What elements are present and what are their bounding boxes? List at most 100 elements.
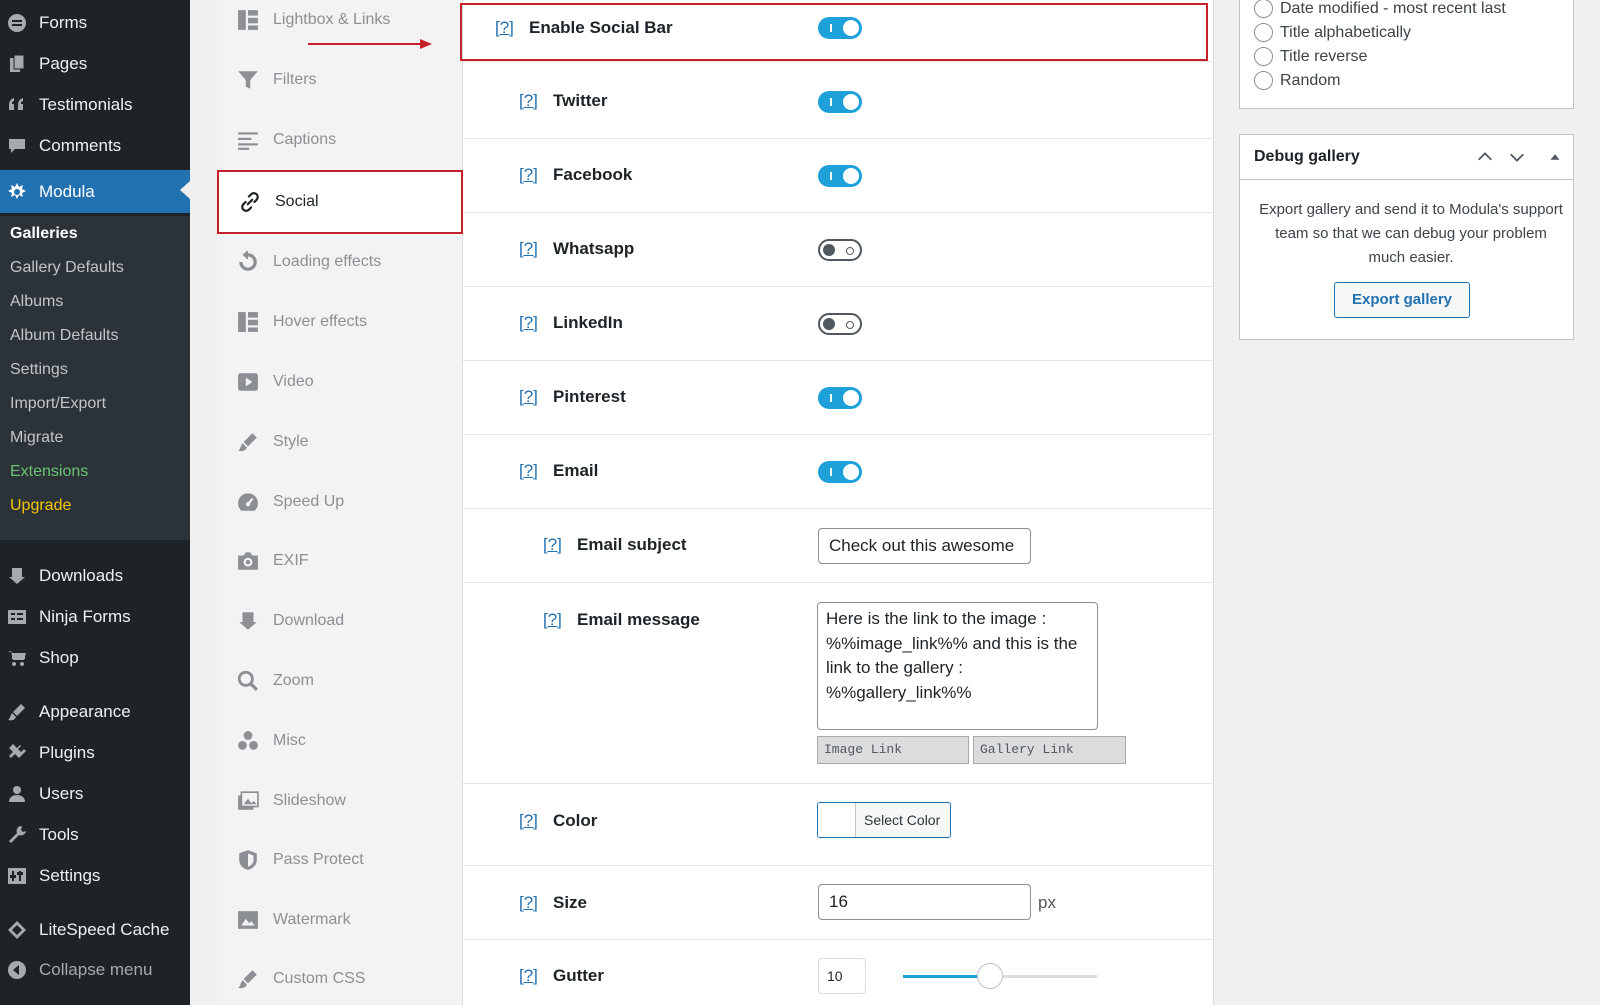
setting-row-size: [?] Size 16 px <box>463 866 1214 940</box>
submenu-migrate[interactable]: Migrate <box>10 429 63 447</box>
help-link[interactable]: [?] <box>519 91 538 111</box>
collapse-menu-button[interactable]: Collapse menu <box>0 950 190 990</box>
submenu-extensions[interactable]: Extensions <box>10 463 88 481</box>
tab-slideshow[interactable]: Slideshow <box>217 771 463 831</box>
email-toggle[interactable] <box>818 461 862 483</box>
pinterest-toggle[interactable] <box>818 387 862 409</box>
tab-captions[interactable]: Captions <box>217 110 463 170</box>
tab-loading-effects[interactable]: Loading effects <box>217 232 463 292</box>
tab-misc[interactable]: Misc <box>217 711 463 771</box>
tab-style[interactable]: Style <box>217 412 463 472</box>
chevron-up-icon[interactable] <box>1475 147 1495 167</box>
menu-item-appearance[interactable]: Appearance <box>0 692 190 732</box>
help-link[interactable]: [?] <box>519 239 538 259</box>
submenu-upgrade[interactable]: Upgrade <box>10 497 71 515</box>
menu-item-label: Modula <box>39 181 95 201</box>
tab-zoom[interactable]: Zoom <box>217 651 463 711</box>
setting-label: Size <box>553 893 588 912</box>
collapse-triangle-icon[interactable] <box>1545 147 1565 167</box>
menu-item-ninja-forms[interactable]: Ninja Forms <box>0 597 190 637</box>
chevron-down-icon[interactable] <box>1507 147 1527 167</box>
menu-item-plugins[interactable]: Plugins <box>0 733 190 773</box>
size-input[interactable]: 16 <box>818 884 1031 920</box>
menu-item-comments[interactable]: Comments <box>0 126 190 166</box>
submenu-gallery-defaults[interactable]: Gallery Defaults <box>10 259 124 277</box>
enable-social-bar-toggle[interactable] <box>818 17 862 39</box>
submenu-album-defaults[interactable]: Album Defaults <box>10 327 119 345</box>
radio-button[interactable] <box>1254 71 1273 90</box>
gallery-link-button[interactable]: Gallery Link <box>973 736 1126 764</box>
tab-pass-protect[interactable]: Pass Protect <box>217 830 463 890</box>
sort-option[interactable]: Title alphabetically <box>1254 23 1411 42</box>
help-link[interactable]: [?] <box>519 966 538 986</box>
help-link[interactable]: [?] <box>519 165 538 185</box>
gutter-input[interactable]: 10 <box>818 958 866 994</box>
menu-item-downloads[interactable]: Downloads <box>0 556 190 596</box>
size-unit: px <box>1038 893 1056 912</box>
tab-speed-up[interactable]: Speed Up <box>217 472 463 532</box>
tab-filters[interactable]: Filters <box>217 50 463 110</box>
email-subject-input[interactable]: Check out this awesome <box>818 528 1031 564</box>
color-swatch <box>818 803 856 837</box>
select-color-button[interactable]: Select Color <box>817 802 951 838</box>
facebook-toggle[interactable] <box>818 165 862 187</box>
menu-item-litespeed[interactable]: LiteSpeed Cache <box>0 910 190 950</box>
tab-exif[interactable]: EXIF <box>217 531 463 591</box>
brush-icon <box>235 429 261 455</box>
submenu-galleries[interactable]: Galleries <box>10 225 78 243</box>
menu-item-modula[interactable]: Modula <box>0 170 190 213</box>
reload-icon <box>235 249 261 275</box>
menu-item-label: Users <box>39 784 84 803</box>
menu-item-label: Ninja Forms <box>39 607 131 626</box>
sort-option-label: Date modified - most recent last <box>1280 0 1506 17</box>
tab-hover-effects[interactable]: Hover effects <box>217 292 463 352</box>
email-message-textarea[interactable]: Here is the link to the image : %%image_… <box>817 602 1098 730</box>
tab-label: Filters <box>273 71 317 88</box>
menu-item-label: Shop <box>39 648 79 667</box>
tab-label: Video <box>273 373 314 390</box>
sort-option[interactable]: Title reverse <box>1254 47 1367 66</box>
cart-icon <box>6 647 28 669</box>
select-color-label: Select Color <box>864 812 941 828</box>
menu-item-shop[interactable]: Shop <box>0 638 190 678</box>
collapse-icon <box>6 959 28 981</box>
menu-item-pages[interactable]: Pages <box>0 44 190 84</box>
help-link[interactable]: [?] <box>519 811 538 831</box>
radio-button[interactable] <box>1254 23 1273 42</box>
tab-social[interactable]: Social <box>217 170 463 234</box>
help-link[interactable]: [?] <box>495 18 514 38</box>
tab-watermark[interactable]: Watermark <box>217 890 463 950</box>
tab-custom-css[interactable]: Custom CSS <box>217 949 463 1005</box>
submenu-settings[interactable]: Settings <box>10 361 68 379</box>
help-link[interactable]: [?] <box>543 610 562 630</box>
twitter-toggle[interactable] <box>818 91 862 113</box>
menu-item-settings[interactable]: Settings <box>0 856 190 896</box>
export-gallery-button[interactable]: Export gallery <box>1334 282 1470 318</box>
tab-video[interactable]: Video <box>217 352 463 412</box>
whatsapp-toggle[interactable] <box>818 239 862 261</box>
menu-item-label: Downloads <box>39 566 124 585</box>
help-link[interactable]: [?] <box>543 535 562 555</box>
help-link[interactable]: [?] <box>519 387 538 407</box>
menu-item-users[interactable]: Users <box>0 774 190 814</box>
menu-item-tools[interactable]: Tools <box>0 815 190 855</box>
submenu-import-export[interactable]: Import/Export <box>10 395 106 413</box>
wrench-icon <box>6 824 28 846</box>
help-link[interactable]: [?] <box>519 313 538 333</box>
help-link[interactable]: [?] <box>519 461 538 481</box>
sort-option[interactable]: Random <box>1254 71 1340 90</box>
litespeed-icon <box>6 919 28 941</box>
image-link-button[interactable]: Image Link <box>817 736 969 764</box>
sort-option[interactable]: Date modified - most recent last <box>1254 0 1506 18</box>
linkedin-toggle[interactable] <box>818 313 862 335</box>
submenu-albums[interactable]: Albums <box>10 293 63 311</box>
menu-item-testimonials[interactable]: Testimonials <box>0 85 190 125</box>
radio-button[interactable] <box>1254 47 1273 66</box>
help-link[interactable]: [?] <box>519 893 538 913</box>
radio-button[interactable] <box>1254 0 1273 18</box>
gutter-slider-thumb[interactable] <box>977 963 1004 989</box>
slideshow-icon <box>235 788 261 814</box>
tab-download[interactable]: Download <box>217 591 463 651</box>
menu-item-forms[interactable]: Forms <box>0 3 190 43</box>
modula-icon <box>6 181 28 203</box>
